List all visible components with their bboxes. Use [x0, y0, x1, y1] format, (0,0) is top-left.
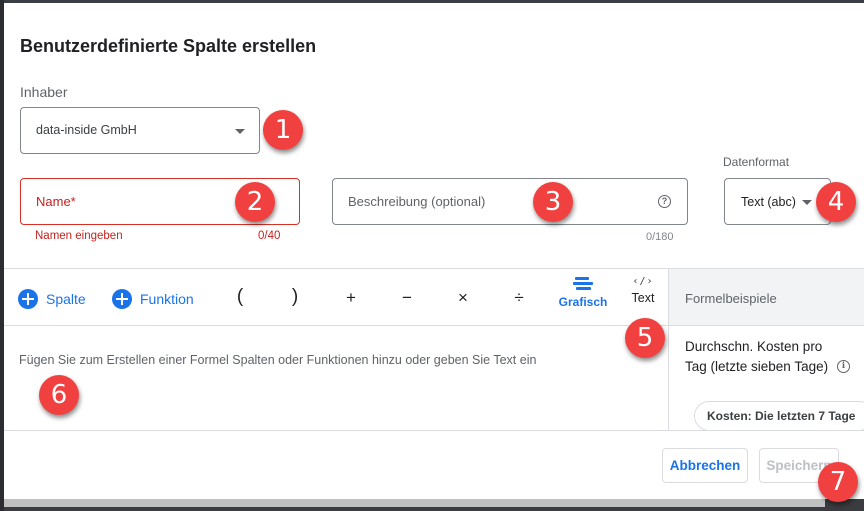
graphic-mode-label: Grafisch: [558, 295, 608, 309]
text-mode-label: Text: [631, 291, 655, 305]
formula-lines-icon: [573, 277, 593, 291]
callout-badge: 1: [263, 110, 303, 150]
open-paren-button[interactable]: (: [230, 286, 250, 308]
add-circle-icon: [18, 289, 38, 309]
example-title: Durchschn. Kosten pro Tag (letzte sieben…: [685, 339, 829, 374]
graphic-mode-button[interactable]: Grafisch: [555, 275, 611, 309]
name-error-text: Namen eingeben: [35, 230, 123, 242]
callout-badge: 5: [625, 318, 665, 358]
name-char-counter: 0/40: [258, 230, 281, 242]
chevron-down-icon: [235, 129, 245, 134]
owner-selected-value: data-inside GmbH: [36, 123, 137, 137]
callout-badge: 7: [818, 462, 858, 502]
chevron-down-icon: [802, 200, 812, 205]
info-icon[interactable]: i: [837, 360, 850, 373]
scrollbar-track: [4, 499, 225, 507]
formula-toolbar: Spalte Funktion ( ) + − × ÷ Grafisch ‹/›…: [4, 269, 668, 326]
close-paren-button[interactable]: ): [285, 286, 305, 308]
callout-badge: 6: [39, 375, 79, 415]
scrollbar-track: [225, 499, 825, 507]
help-circle-icon[interactable]: ?: [658, 195, 671, 208]
callout-badge: 2: [235, 182, 275, 222]
multiply-button[interactable]: ×: [453, 288, 473, 308]
horizontal-scrollbar[interactable]: [4, 499, 864, 511]
callout-badge: 3: [533, 182, 573, 222]
owner-label: Inhaber: [20, 84, 68, 100]
divider: [4, 430, 864, 431]
formula-editor-placeholder[interactable]: Fügen Sie zum Erstellen einer Formel Spa…: [19, 353, 536, 367]
formula-examples-title: Formelbeispiele: [685, 291, 777, 306]
divider: [4, 325, 668, 326]
plus-button[interactable]: +: [341, 288, 361, 308]
add-column-label: Spalte: [46, 291, 86, 307]
formula-examples-header: Formelbeispiele: [669, 269, 864, 326]
data-format-selected-value: Text (abc): [741, 195, 796, 209]
create-custom-column-dialog: Benutzerdefinierte Spalte erstellen Inha…: [4, 3, 864, 499]
data-format-label: Datenformat: [723, 155, 790, 169]
description-char-counter: 0/180: [646, 231, 674, 243]
owner-select[interactable]: data-inside GmbH: [20, 107, 260, 154]
add-function-label: Funktion: [140, 291, 194, 307]
cancel-button[interactable]: Abbrechen: [662, 448, 748, 483]
callout-badge: 4: [816, 182, 856, 222]
example-chip[interactable]: Kosten: Die letzten 7 Tage: [694, 401, 864, 431]
formula-examples-panel: Formelbeispiele Durchschn. Kosten pro Ta…: [668, 269, 864, 431]
dialog-title: Benutzerdefinierte Spalte erstellen: [20, 36, 317, 56]
description-input[interactable]: [333, 179, 687, 224]
data-format-select[interactable]: Text (abc): [724, 178, 831, 225]
add-circle-icon: [112, 289, 132, 309]
description-field[interactable]: ?: [332, 178, 688, 225]
add-function-button[interactable]: Funktion: [112, 289, 194, 309]
text-mode-button[interactable]: ‹/› Text: [626, 275, 660, 305]
add-column-button[interactable]: Spalte: [18, 289, 86, 309]
minus-button[interactable]: −: [397, 288, 417, 308]
divide-button[interactable]: ÷: [509, 288, 529, 308]
code-icon: ‹/›: [632, 276, 654, 287]
